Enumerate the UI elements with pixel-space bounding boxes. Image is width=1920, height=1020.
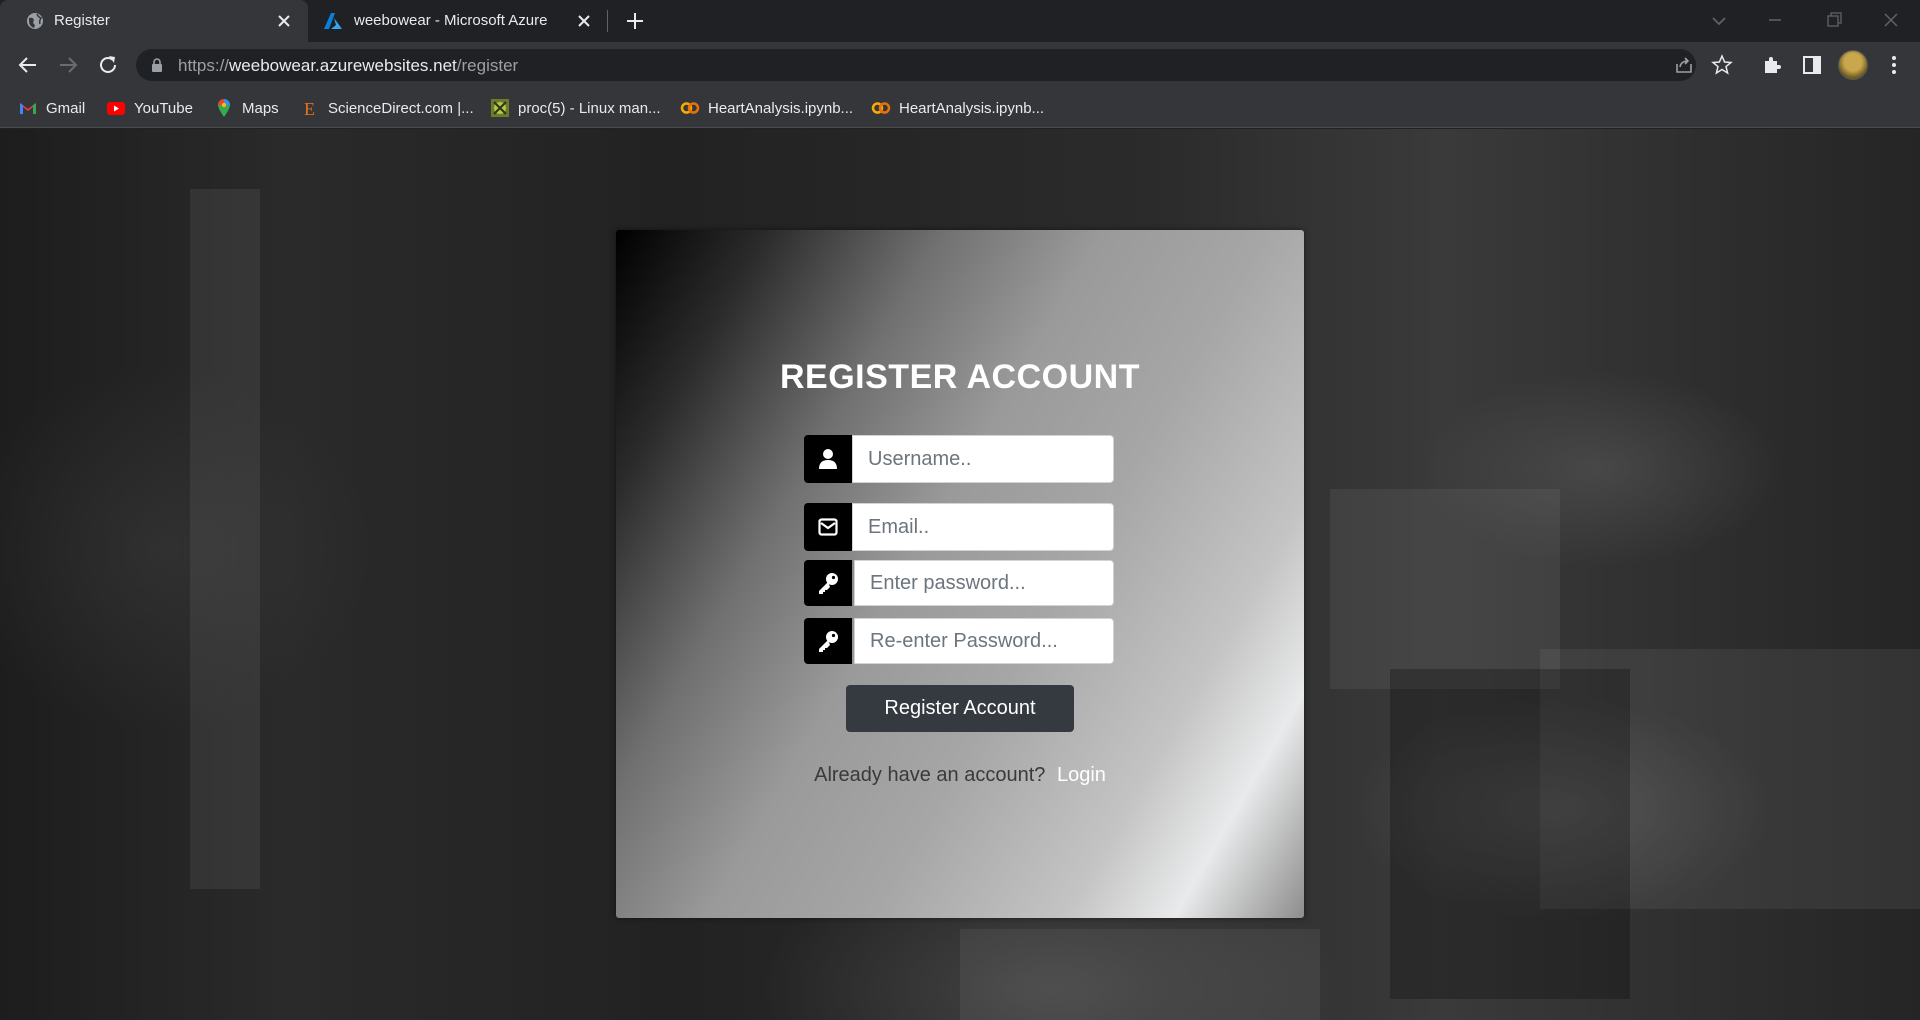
close-tab-icon[interactable] <box>574 11 594 31</box>
bookmark-sciencedirect[interactable]: E ScienceDirect.com |... <box>300 97 474 119</box>
tab-title: Register <box>54 12 110 29</box>
bookmark-label: Gmail <box>46 99 86 117</box>
close-window-icon[interactable] <box>1877 6 1905 34</box>
colab-icon <box>871 102 891 114</box>
new-tab-icon[interactable] <box>624 10 646 32</box>
background-curtain-fold <box>190 189 260 889</box>
extensions-puzzle-icon[interactable] <box>1758 51 1786 79</box>
globe-icon <box>27 13 43 29</box>
username-input[interactable] <box>852 435 1114 483</box>
repassword-field-group <box>804 618 1114 664</box>
bookmark-heartanalysis-1[interactable]: HeartAnalysis.ipynb... <box>680 97 853 119</box>
login-link[interactable]: Login <box>1057 764 1106 786</box>
url-path: /register <box>456 56 519 75</box>
side-panel-icon[interactable] <box>1798 51 1826 79</box>
sciencedirect-icon: E <box>304 99 315 118</box>
tab-separator <box>607 10 608 32</box>
gmail-icon <box>20 103 36 114</box>
tab-title: weebowear - Microsoft Azure <box>354 12 548 29</box>
url-host: weebowear.azurewebsites.net <box>229 56 457 75</box>
background-box <box>1330 489 1560 689</box>
page-background: REGISTER ACCOUNT Username.. Email.. Regi… <box>0 129 1920 1020</box>
envelope-icon-box <box>804 503 852 551</box>
key-icon-box <box>804 560 852 606</box>
url-scheme: https:// <box>178 56 230 75</box>
envelope-icon <box>818 518 838 536</box>
bookmark-star-icon[interactable] <box>1710 53 1734 77</box>
bookmark-label: HeartAnalysis.ipynb... <box>708 99 854 117</box>
register-account-button[interactable]: Register Account <box>846 685 1074 732</box>
tab-strip: Register weebowear - Microsoft Azure <box>0 0 1920 42</box>
password-field-group <box>804 560 1114 606</box>
forward-arrow-icon[interactable] <box>54 51 82 79</box>
page-title: REGISTER ACCOUNT <box>780 358 1140 396</box>
username-field-group <box>804 435 1114 483</box>
svg-text:E: E <box>304 99 315 118</box>
login-prompt-text: Already have an account? <box>814 764 1046 786</box>
address-bar[interactable]: https://weebowear.azurewebsites.net/regi… <box>136 49 1733 81</box>
colab-icon <box>680 102 700 114</box>
lock-icon[interactable] <box>150 57 164 73</box>
reload-icon[interactable] <box>94 51 122 79</box>
tab-search-icon[interactable] <box>1705 6 1733 34</box>
restore-icon[interactable] <box>1820 6 1848 34</box>
browser-toolbar: https://weebowear.azurewebsites.net/regi… <box>0 42 1920 88</box>
maps-icon <box>218 99 230 117</box>
bookmark-linux-man[interactable]: proc(5) - Linux man... <box>490 97 661 119</box>
bookmark-maps[interactable]: Maps <box>214 97 279 119</box>
email-field-group <box>804 503 1114 551</box>
email-input[interactable] <box>852 503 1114 551</box>
tab-register[interactable]: Register <box>0 0 308 42</box>
user-icon <box>819 449 837 469</box>
key-icon-box <box>804 618 852 664</box>
azure-icon <box>324 13 342 29</box>
close-tab-icon[interactable] <box>274 11 294 31</box>
back-arrow-icon[interactable] <box>14 51 42 79</box>
bookmark-label: proc(5) - Linux man... <box>518 99 661 117</box>
bookmark-heartanalysis-2[interactable]: HeartAnalysis.ipynb... <box>871 97 1044 119</box>
bookmark-label: YouTube <box>134 99 193 117</box>
bookmark-label: Maps <box>242 99 279 117</box>
youtube-icon <box>107 102 125 115</box>
share-icon[interactable] <box>1672 53 1696 77</box>
linux-man-icon <box>491 99 509 117</box>
profile-avatar[interactable] <box>1838 50 1868 80</box>
register-card: REGISTER ACCOUNT Username.. Email.. Regi… <box>616 230 1304 918</box>
login-prompt-row: Already have an account? Login <box>616 764 1304 787</box>
background-box-shadow <box>1390 669 1630 999</box>
background-shelf <box>960 929 1320 1020</box>
bookmark-label: HeartAnalysis.ipynb... <box>899 99 1045 117</box>
bookmarks-bar: Gmail YouTube Maps E ScienceDirect.com |… <box>0 88 1920 128</box>
key-icon <box>819 573 838 594</box>
bookmark-gmail[interactable]: Gmail <box>18 97 85 119</box>
menu-kebab-icon[interactable] <box>1880 51 1908 79</box>
user-icon-box <box>804 435 852 483</box>
bookmark-youtube[interactable]: YouTube <box>106 97 193 119</box>
bookmark-label: ScienceDirect.com |... <box>328 99 474 117</box>
repassword-input[interactable] <box>854 618 1114 664</box>
url-text[interactable]: https://weebowear.azurewebsites.net/regi… <box>178 56 518 76</box>
password-input[interactable] <box>854 560 1114 606</box>
key-icon <box>819 631 838 652</box>
minimize-icon[interactable] <box>1761 6 1789 34</box>
tab-azure[interactable]: weebowear - Microsoft Azure <box>308 0 608 42</box>
